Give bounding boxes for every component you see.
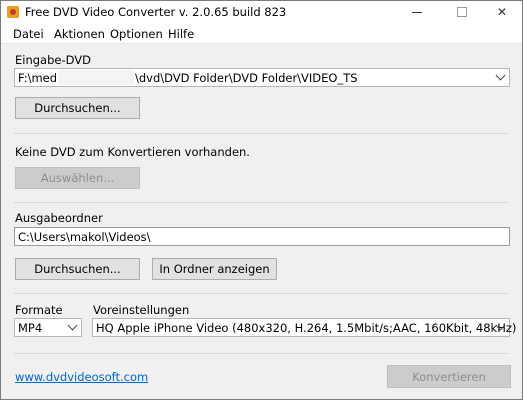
output-folder-label: Ausgabeordner <box>15 211 103 225</box>
window-title: Free DVD Video Converter v. 2.0.65 build… <box>25 5 287 19</box>
input-dvd-combobox[interactable]: F:\media \dvd\DVD Folder\DVD Folder\VIDE… <box>14 68 510 87</box>
section-divider <box>14 353 509 354</box>
convert-button[interactable]: Konvertieren <box>387 365 511 388</box>
section-divider <box>14 202 509 203</box>
app-logo-icon <box>7 6 19 18</box>
minimize-button[interactable] <box>397 1 437 23</box>
format-label: Formate <box>15 303 63 317</box>
chevron-down-icon <box>495 70 506 81</box>
menu-hilfe[interactable]: Hilfe <box>168 27 194 41</box>
dvd-status-message: Keine DVD zum Konvertieren vorhanden. <box>15 145 250 159</box>
app-window: Free DVD Video Converter v. 2.0.65 build… <box>0 0 523 400</box>
select-title-button[interactable]: Auswählen... <box>15 167 140 189</box>
menu-optionen[interactable]: Optionen <box>110 27 163 41</box>
show-in-folder-button[interactable]: In Ordner anzeigen <box>152 258 277 280</box>
close-icon: ✕ <box>496 5 508 19</box>
output-folder-path: C:\Users\makol\Videos\ <box>18 230 151 244</box>
input-dvd-path-suffix: \dvd\DVD Folder\DVD Folder\VIDEO_TS <box>135 71 358 85</box>
close-button[interactable]: ✕ <box>482 1 522 23</box>
website-link[interactable]: www.dvdvideosoft.com <box>15 370 148 384</box>
title-bar[interactable]: Free DVD Video Converter v. 2.0.65 build… <box>1 1 522 23</box>
output-folder-field[interactable]: C:\Users\makol\Videos\ <box>14 227 510 246</box>
maximize-icon <box>457 7 467 17</box>
section-divider <box>14 133 509 134</box>
menu-bar: Datei Aktionen Optionen Hilfe <box>1 23 522 44</box>
menu-aktionen[interactable]: Aktionen <box>54 27 105 41</box>
preset-selected-value: HQ Apple iPhone Video (480x320, H.264, 1… <box>96 321 517 335</box>
chevron-down-icon <box>67 320 78 331</box>
format-select[interactable]: MP4 <box>14 318 82 337</box>
maximize-button[interactable] <box>442 1 482 23</box>
input-dvd-label: Eingabe-DVD <box>15 53 91 67</box>
menu-datei[interactable]: Datei <box>13 27 44 41</box>
minimize-icon <box>412 11 422 13</box>
input-browse-button[interactable]: Durchsuchen... <box>15 97 140 119</box>
redacted-path-segment <box>58 70 134 85</box>
format-selected-value: MP4 <box>18 321 43 335</box>
output-browse-button[interactable]: Durchsuchen... <box>15 258 140 280</box>
preset-select[interactable]: HQ Apple iPhone Video (480x320, H.264, 1… <box>92 318 516 337</box>
preset-label: Voreinstellungen <box>93 303 190 317</box>
section-divider <box>14 293 509 294</box>
